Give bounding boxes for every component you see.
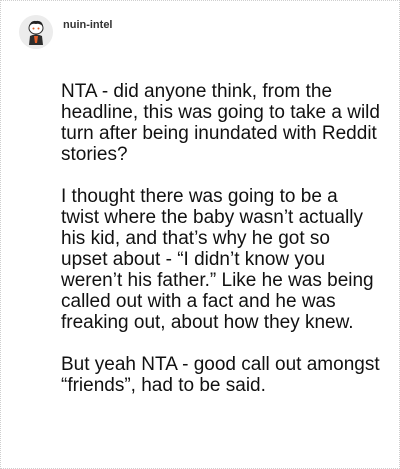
comment-paragraph-1: NTA - did anyone think, from the headlin… xyxy=(61,81,380,165)
comment-header: nuin-intel xyxy=(19,15,113,49)
comment-body: NTA - did anyone think, from the headlin… xyxy=(61,81,381,417)
comment-paragraph-2: I thought there was going to be a twist … xyxy=(61,186,374,333)
comment-paragraph-3: But yeah NTA - good call out amongst “fr… xyxy=(61,354,380,396)
comment-card: nuin-intel NTA - did anyone think, from … xyxy=(0,0,400,469)
snoo-avatar-icon[interactable] xyxy=(19,15,53,49)
username[interactable]: nuin-intel xyxy=(63,19,113,31)
